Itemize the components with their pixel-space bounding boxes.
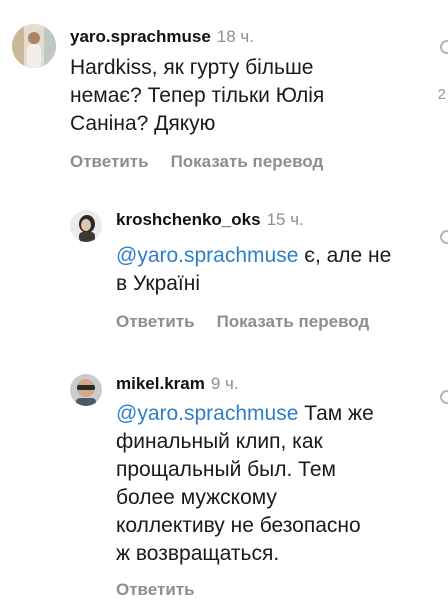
show-translation-button[interactable]: Показать перевод — [217, 312, 370, 331]
comment-text: @yaro.sprachmuse є, але не в Україні — [116, 242, 391, 298]
comment-actions: Ответить Показать перевод — [116, 312, 369, 332]
username[interactable]: kroshchenko_oks — [116, 210, 261, 229]
username[interactable]: yaro.sprachmuse — [70, 27, 211, 46]
comment-line: коллективу не безопасно — [116, 514, 361, 537]
mention-link[interactable]: @yaro.sprachmuse — [116, 244, 298, 267]
comment-line: финальный клип, как — [116, 430, 323, 453]
avatar-photo-icon — [70, 210, 102, 242]
avatar-mikel[interactable] — [70, 374, 102, 406]
comment-header: mikel.kram 9 ч. — [116, 374, 239, 394]
comment-header: kroshchenko_oks 15 ч. — [116, 210, 304, 230]
timestamp: 9 ч. — [210, 374, 239, 393]
timestamp: 18 ч. — [216, 27, 255, 46]
comment-actions: Ответить Показать перевод — [70, 152, 323, 172]
username[interactable]: mikel.kram — [116, 374, 205, 393]
like-icon[interactable] — [440, 230, 448, 244]
avatar-photo-icon — [12, 24, 56, 68]
reply-button[interactable]: Ответить — [70, 152, 149, 171]
like-count: 2 — [437, 86, 446, 103]
comment-line: @yaro.sprachmuse Там же — [116, 400, 374, 428]
comment-line: немає? Тепер тільки Юлія — [70, 84, 325, 107]
comment-yaro: yaro.sprachmuse 18 ч. Hardkiss, як гурту … — [0, 0, 448, 190]
comment-line-text: Там же — [298, 402, 374, 425]
reply-button[interactable]: Ответить — [116, 580, 195, 599]
mention-link[interactable]: @yaro.sprachmuse — [116, 402, 298, 425]
comment-line: Саніна? Дякую — [70, 112, 216, 135]
comment-line: в Україні — [116, 272, 201, 295]
comment-line-text: є, але не — [298, 244, 392, 267]
avatar-kroshchenko[interactable] — [70, 210, 102, 242]
timestamp: 15 ч. — [266, 210, 304, 229]
comment-line: более мужскому — [116, 486, 277, 509]
comment-text: Hardkiss, як гурту більше немає? Тепер т… — [70, 54, 324, 138]
comment-line: ж возвращаться. — [116, 542, 280, 565]
show-translation-button[interactable]: Показать перевод — [171, 152, 324, 171]
comment-line: @yaro.sprachmuse є, але не — [116, 242, 391, 270]
reply-button[interactable]: Ответить — [116, 312, 195, 331]
comment-header: yaro.sprachmuse 18 ч. — [70, 27, 254, 47]
like-icon[interactable] — [440, 40, 448, 54]
comment-line: Hardkiss, як гурту більше — [70, 56, 314, 79]
comment-actions: Ответить — [116, 580, 195, 600]
comment-text: @yaro.sprachmuse Там же финальный клип, … — [116, 400, 374, 568]
comment-mikel: mikel.kram 9 ч. @yaro.sprachmuse Там же ф… — [0, 350, 448, 600]
comment-kroshchenko: kroshchenko_oks 15 ч. @yaro.sprachmuse є,… — [0, 190, 448, 350]
avatar-photo-icon — [70, 374, 102, 406]
like-icon[interactable] — [440, 390, 448, 404]
avatar-yaro[interactable] — [12, 24, 56, 68]
comment-line: прощальный был. Тем — [116, 458, 336, 481]
